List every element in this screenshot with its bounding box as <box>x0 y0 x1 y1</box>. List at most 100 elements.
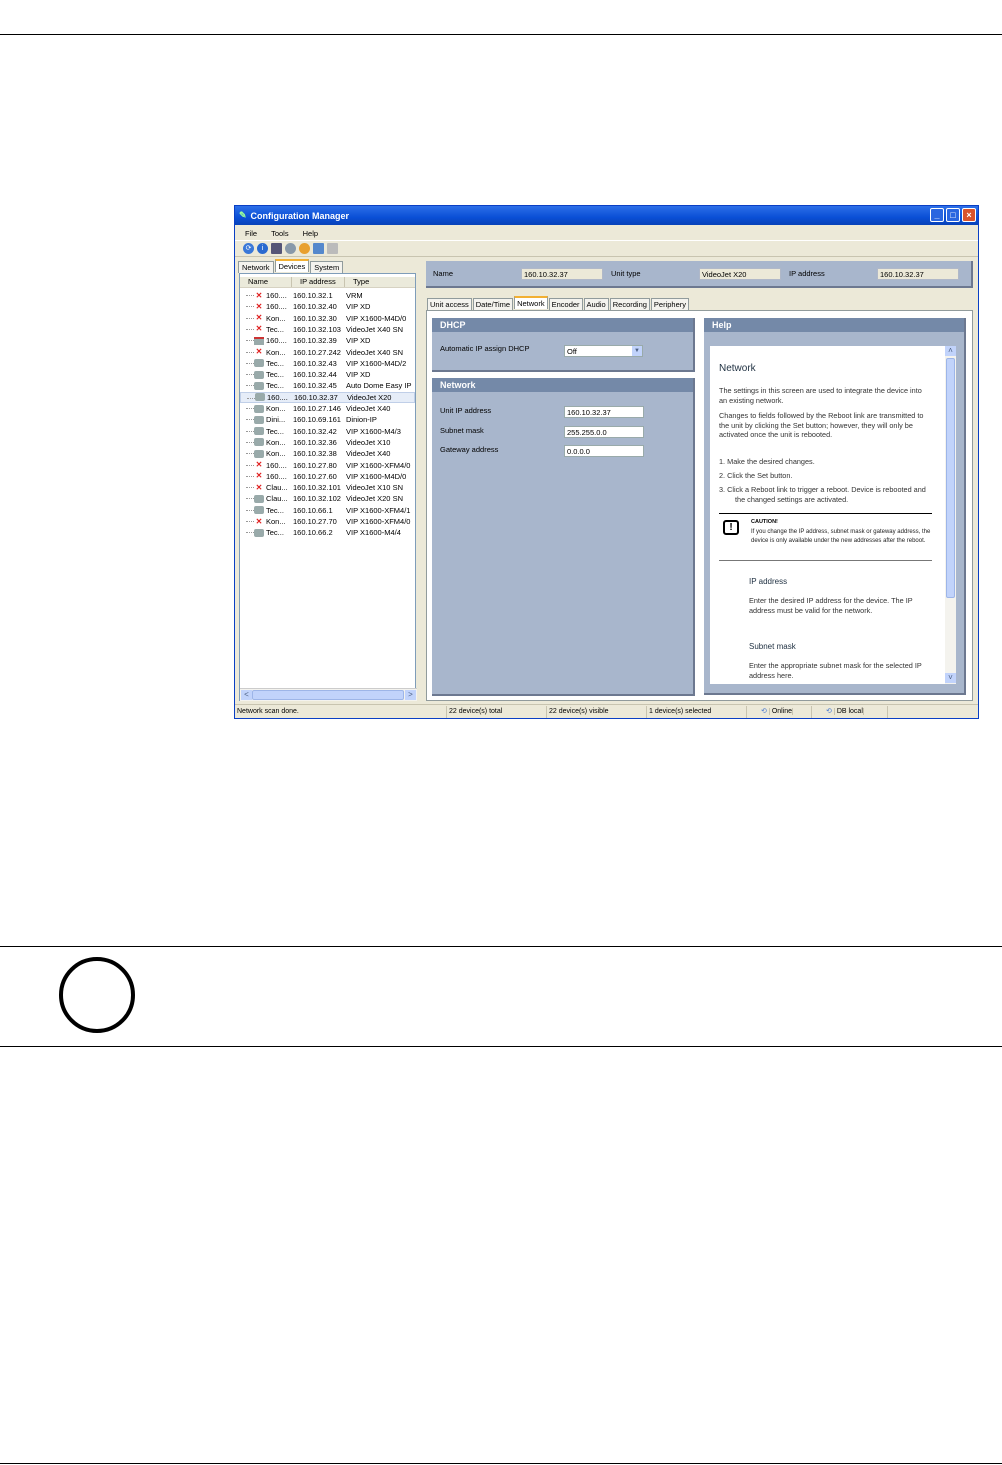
tree-line <box>246 441 254 443</box>
device-row[interactable]: ✕ 160.... 160.10.27.60 VIP X1600-M4D/0 <box>240 471 415 482</box>
chevron-down-icon[interactable]: ▼ <box>632 346 642 356</box>
device-ip: 160.10.32.101 <box>293 483 341 493</box>
db-icon: ⟲ <box>824 708 835 715</box>
device-row[interactable]: Kon... 160.10.32.38 VideoJet X40 <box>240 448 415 459</box>
device-ok-icon <box>254 359 264 368</box>
tab-recording[interactable]: Recording <box>609 298 650 310</box>
device-ip: 160.10.32.42 <box>293 426 337 436</box>
device-row[interactable]: Kon... 160.10.32.36 VideoJet X10 <box>240 437 415 448</box>
device-type: VIP X1600-XFM4/0 <box>346 517 411 526</box>
gateway-input[interactable]: 0.0.0.0 <box>564 445 644 457</box>
tree-line <box>246 408 254 409</box>
device-ip: 160.10.32.37 <box>294 392 338 402</box>
device-row[interactable]: 160.... 160.10.32.39 VIP XD <box>240 335 415 346</box>
device-type: VIP X1600-M4D/0 <box>346 471 407 481</box>
unit-type-label: Unit type <box>611 269 641 278</box>
device-type: VIP X1600-M4D/2 <box>346 358 407 368</box>
device-row[interactable]: Kon... 160.10.27.146 VideoJet X40 <box>240 403 415 414</box>
table-icon[interactable] <box>313 243 324 254</box>
tab-unit-access[interactable]: Unit access <box>427 298 472 310</box>
device-ip: 160.10.32.36 <box>293 437 337 447</box>
device-ip: 160.10.32.40 <box>293 302 337 312</box>
online-label: Online <box>769 708 794 715</box>
device-type: VideoJet X40 SN <box>346 347 403 357</box>
tab-devices[interactable]: Devices <box>274 259 310 272</box>
device-ip: 160.10.32.38 <box>293 449 337 459</box>
device-ok-icon <box>255 393 265 402</box>
network-title: Network <box>432 378 693 392</box>
help-title: Help <box>704 318 964 332</box>
device-error-icon: ✕ <box>255 313 263 323</box>
device-row[interactable]: Tec... 160.10.32.45 Auto Dome Easy IP <box>240 380 415 391</box>
device-ip: 160.10.66.2 <box>293 528 333 538</box>
menu-help[interactable]: Help <box>303 229 318 238</box>
save-icon[interactable] <box>271 243 282 254</box>
app-icon: ✎ <box>239 210 247 220</box>
device-type: VRM <box>346 291 363 300</box>
device-row[interactable]: ✕ Kon... 160.10.32.30 VIP X1600-M4D/0 <box>240 313 415 324</box>
device-error-icon: ✕ <box>255 290 263 300</box>
device-name: Kon... <box>266 313 286 323</box>
help-scrollbar[interactable]: ˄ ˅ <box>945 346 956 684</box>
disk-icon[interactable] <box>327 243 338 254</box>
status-selected: 1 device(s) selected <box>647 706 747 718</box>
tree-line <box>246 340 254 342</box>
info-icon[interactable]: i <box>257 243 268 254</box>
device-type: VideoJet X10 <box>346 437 391 447</box>
device-row[interactable]: Tec... 160.10.66.1 VIP X1600-XFM4/1 <box>240 505 415 516</box>
device-row[interactable]: Tec... 160.10.32.42 VIP X1600-M4/3 <box>240 426 415 437</box>
device-row[interactable]: Dini... 160.10.69.161 Dinion-IP <box>240 414 415 425</box>
column-type[interactable]: Type <box>345 277 415 287</box>
device-row[interactable]: Tec... 160.10.32.43 VIP X1600-M4D/2 <box>240 358 415 369</box>
help-step: 1. Make the desired changes. <box>719 457 815 466</box>
menu-tools[interactable]: Tools <box>271 229 289 238</box>
unit-ip-label: Unit IP address <box>440 406 492 415</box>
horizontal-scrollbar[interactable]: < > <box>240 688 417 701</box>
dhcp-select[interactable]: Off ▼ <box>564 345 643 357</box>
device-row[interactable]: Tec... 160.10.32.44 VIP XD <box>240 369 415 380</box>
device-ok-icon <box>254 404 264 413</box>
tab-audio[interactable]: Audio <box>583 298 609 310</box>
column-ip[interactable]: IP address <box>292 277 345 287</box>
device-info-bar: Name 160.10.32.37 Unit type VideoJet X20… <box>426 261 973 288</box>
tab-network[interactable]: Network <box>238 261 274 273</box>
tab-encoder[interactable]: Encoder <box>548 298 583 310</box>
dhcp-panel: DHCP Automatic IP assign DHCP Off ▼ <box>432 318 695 372</box>
status-db: ⟲ DB local <box>812 706 888 718</box>
close-button[interactable]: × <box>962 208 976 222</box>
tab-periphery[interactable]: Periphery <box>650 298 690 310</box>
device-row[interactable]: ✕ 160.... 160.10.32.1 VRM <box>240 290 415 301</box>
subnet-help-text: Enter the appropriate subnet mask for th… <box>749 661 922 680</box>
subnet-input[interactable]: 255.255.0.0 <box>564 426 644 438</box>
device-row[interactable]: Tec... 160.10.66.2 VIP X1600-M4/4 <box>240 527 415 538</box>
tools-icon[interactable] <box>299 243 310 254</box>
minimize-button[interactable]: _ <box>930 208 944 222</box>
device-row[interactable]: ✕ Tec... 160.10.32.103 VideoJet X40 SN <box>240 324 415 335</box>
tab-date-time[interactable]: Date/Time <box>472 298 514 310</box>
refresh-icon[interactable]: ⟳ <box>243 243 254 254</box>
device-name: Clau... <box>266 494 288 504</box>
unit-ip-input[interactable]: 160.10.32.37 <box>564 406 644 418</box>
status-visible: 22 device(s) visible <box>547 706 647 718</box>
maximize-button[interactable]: □ <box>946 208 960 222</box>
status-online: ⟲ Online <box>747 706 812 718</box>
device-row[interactable]: ✕ Clau... 160.10.32.101 VideoJet X10 SN <box>240 482 415 493</box>
device-ip: 160.10.32.39 <box>293 336 337 346</box>
device-name: Kon... <box>266 449 286 459</box>
device-row[interactable]: ✕ 160.... 160.10.32.40 VIP XD <box>240 301 415 312</box>
tab-network-settings[interactable]: Network <box>514 296 548 309</box>
tab-system[interactable]: System <box>310 261 344 273</box>
device-ip: 160.10.32.43 <box>293 358 337 368</box>
device-name: 160.... <box>266 291 287 300</box>
device-row[interactable]: Clau... 160.10.32.102 VideoJet X20 SN <box>240 493 415 504</box>
device-row[interactable]: 160.... 160.10.32.37 VideoJet X20 <box>240 391 415 403</box>
device-row[interactable]: ✕ Kon... 160.10.27.70 VIP X1600-XFM4/0 <box>240 516 415 527</box>
menu-file[interactable]: File <box>245 229 257 238</box>
scan-icon[interactable] <box>285 243 296 254</box>
tree-line <box>246 362 254 364</box>
device-ip: 160.10.27.70 <box>293 517 337 526</box>
device-row[interactable]: ✕ Kon... 160.10.27.242 VideoJet X40 SN <box>240 347 415 358</box>
column-name[interactable]: Name <box>240 277 292 287</box>
device-row[interactable]: ✕ 160.... 160.10.27.80 VIP X1600-XFM4/0 <box>240 460 415 471</box>
device-ip: 160.10.32.30 <box>293 313 337 323</box>
